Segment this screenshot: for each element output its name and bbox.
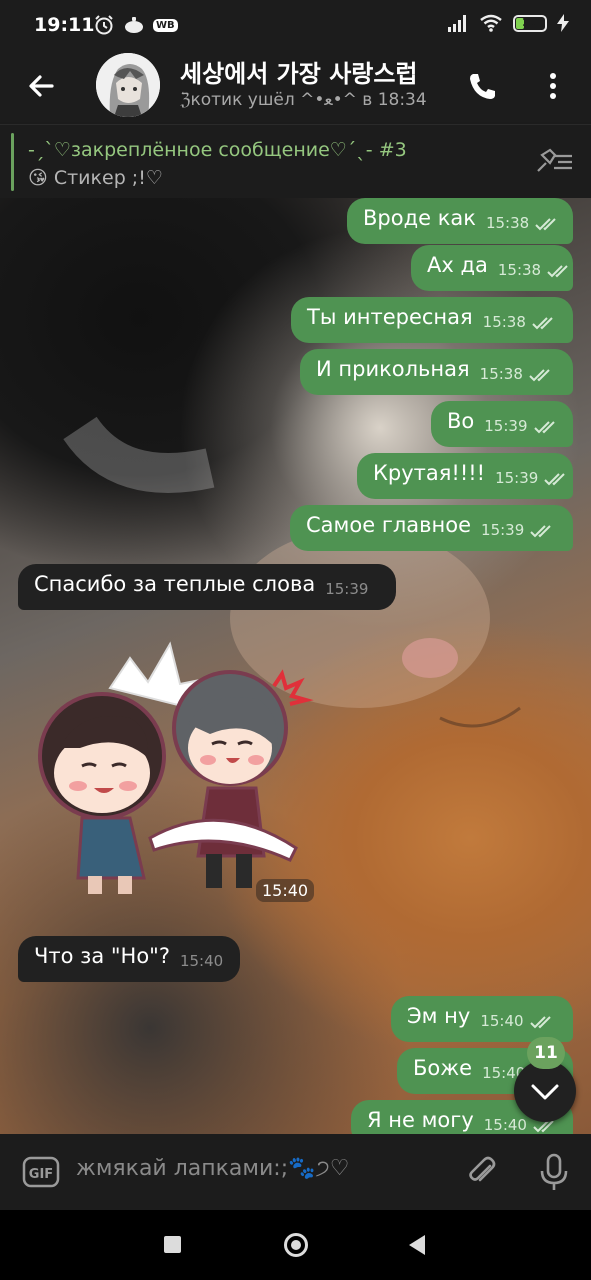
message-meta: 15:38 bbox=[486, 214, 561, 232]
double-check-icon bbox=[529, 368, 550, 381]
svg-text:GIF: GIF bbox=[29, 1167, 53, 1182]
message-text: Самое главное bbox=[306, 513, 472, 537]
message-time: 15:39 bbox=[325, 580, 369, 598]
cooking-pot-icon bbox=[125, 17, 143, 33]
home-button[interactable] bbox=[283, 1232, 309, 1258]
pinned-message-bar[interactable]: -ˏˋ♡закреплённое сообщение♡ˊˎ- #3 😘 Стик… bbox=[0, 124, 591, 199]
double-check-icon bbox=[532, 316, 553, 329]
message-text: И прикольная bbox=[316, 357, 470, 381]
message-text: Спасибо за теплые слова bbox=[34, 572, 316, 596]
pinned-indicator bbox=[11, 133, 14, 191]
message-meta: 15:39 bbox=[481, 521, 556, 539]
pinned-list-button[interactable] bbox=[534, 147, 574, 177]
wb-badge: WB bbox=[153, 18, 178, 32]
message-text: Что за "Но"? bbox=[34, 944, 170, 968]
message-time: 15:39 bbox=[484, 417, 528, 435]
double-check-icon bbox=[533, 420, 555, 433]
battery-icon: 27 bbox=[513, 14, 547, 32]
microphone-button[interactable] bbox=[537, 1152, 571, 1192]
message-text: Эм ну bbox=[407, 1004, 471, 1028]
message-text: Крутая!!!! bbox=[373, 461, 486, 485]
status-time: 19:11 bbox=[34, 14, 95, 36]
message-meta: 15:38 bbox=[480, 365, 555, 383]
double-check-icon bbox=[529, 1015, 551, 1028]
arrow-left-icon bbox=[29, 75, 54, 97]
outgoing-message[interactable]: Самое главное 15:39 bbox=[290, 505, 573, 551]
double-check-icon bbox=[535, 217, 556, 230]
chat-title[interactable]: 세상에서 가장 사랑스럽 bbox=[180, 54, 442, 89]
message-text: Я не могу bbox=[367, 1108, 474, 1132]
message-time: 15:39 bbox=[495, 469, 539, 487]
attach-button[interactable] bbox=[464, 1154, 500, 1190]
avatar[interactable] bbox=[96, 53, 160, 117]
incoming-message[interactable]: Спасибо за теплые слова 15:39 bbox=[18, 564, 396, 610]
outgoing-message[interactable]: Эм ну 15:40 bbox=[391, 996, 573, 1042]
charging-bolt-icon bbox=[557, 14, 569, 32]
pinned-text: 😘 Стикер ;!♡ bbox=[28, 167, 163, 189]
system-nav-bar bbox=[0, 1210, 591, 1280]
unread-count-badge: 11 bbox=[527, 1037, 565, 1069]
message-time: 15:39 bbox=[481, 521, 525, 539]
message-text: Во bbox=[447, 409, 475, 433]
chat-status: ℨкотик ушёл ^•ﻌ•^ в 18:34 bbox=[180, 90, 427, 110]
message-meta: 15:39 bbox=[484, 417, 559, 435]
message-text: Боже bbox=[413, 1056, 473, 1080]
alarm-icon bbox=[95, 15, 113, 35]
double-check-icon bbox=[547, 264, 568, 277]
chevron-down-icon bbox=[531, 1084, 559, 1100]
message-meta: 15:39 bbox=[325, 580, 368, 598]
sticker-time: 15:40 bbox=[256, 879, 315, 902]
message-text: Ты интересная bbox=[307, 305, 473, 329]
message-meta: 15:39 bbox=[495, 469, 570, 487]
recents-button[interactable] bbox=[164, 1236, 181, 1253]
status-bar: 19:11 WB 27 bbox=[0, 0, 591, 50]
double-check-icon bbox=[530, 524, 551, 537]
message-time: 15:38 bbox=[497, 261, 542, 279]
scroll-down-button[interactable] bbox=[514, 1060, 576, 1122]
outgoing-message[interactable]: Ах да 15:38 bbox=[411, 245, 573, 291]
phone-icon bbox=[470, 74, 495, 99]
chat-header: 세상에서 가장 사랑스럽 ℨкотик ушёл ^•ﻌ•^ в 18:34 bbox=[0, 50, 591, 122]
message-time: 15:38 bbox=[485, 214, 530, 232]
outgoing-message[interactable]: И прикольная 15:38 bbox=[300, 349, 573, 395]
message-meta: 15:40 bbox=[480, 1012, 555, 1030]
message-time: 15:40 bbox=[480, 1012, 524, 1030]
message-time: 15:38 bbox=[482, 313, 526, 331]
gif-button[interactable]: GIF bbox=[22, 1156, 60, 1188]
sticker[interactable] bbox=[20, 638, 320, 896]
outgoing-message[interactable]: Вроде как 15:38 bbox=[347, 198, 573, 244]
kebab-menu-icon bbox=[550, 73, 556, 99]
message-meta: 15:38 bbox=[483, 313, 558, 331]
outgoing-message[interactable]: Крутая!!!! 15:39 bbox=[357, 453, 573, 499]
message-input-bar: GIF жмякай лапками:;🐾੭♡ bbox=[0, 1134, 591, 1210]
pinned-title: -ˏˋ♡закреплённое сообщение♡ˊˎ- #3 bbox=[28, 139, 407, 161]
anime-couple-sticker-image bbox=[38, 641, 314, 894]
more-options-button[interactable] bbox=[538, 66, 568, 106]
gif-icon: GIF bbox=[22, 1156, 60, 1188]
double-check-icon bbox=[544, 472, 566, 485]
incoming-message[interactable]: Что за "Но"? 15:40 bbox=[18, 936, 240, 982]
outgoing-message[interactable]: Ты интересная 15:38 bbox=[291, 297, 573, 343]
nav-back-button[interactable] bbox=[407, 1233, 427, 1257]
message-time: 15:40 bbox=[179, 952, 224, 970]
chat-area[interactable]: Вроде как 15:38 Ах да 15:38 Ты интересная 15:… bbox=[0, 198, 591, 1134]
message-input[interactable]: жмякай лапками:;🐾੭♡ bbox=[76, 1156, 446, 1190]
message-meta: 15:38 bbox=[498, 261, 573, 279]
back-button[interactable] bbox=[22, 66, 62, 106]
pin-list-icon bbox=[537, 148, 572, 172]
paperclip-icon bbox=[469, 1156, 496, 1182]
outgoing-message[interactable]: Во 15:39 bbox=[431, 401, 573, 447]
wifi-icon bbox=[480, 14, 502, 32]
message-meta: 15:40 bbox=[180, 952, 223, 970]
message-text: Вроде как bbox=[363, 206, 476, 230]
microphone-icon bbox=[540, 1153, 568, 1190]
message-text: Ах да bbox=[427, 253, 488, 277]
call-button[interactable] bbox=[462, 66, 502, 106]
anime-avatar-image bbox=[96, 53, 160, 117]
signal-icon bbox=[448, 15, 466, 32]
message-time: 15:38 bbox=[479, 365, 523, 383]
